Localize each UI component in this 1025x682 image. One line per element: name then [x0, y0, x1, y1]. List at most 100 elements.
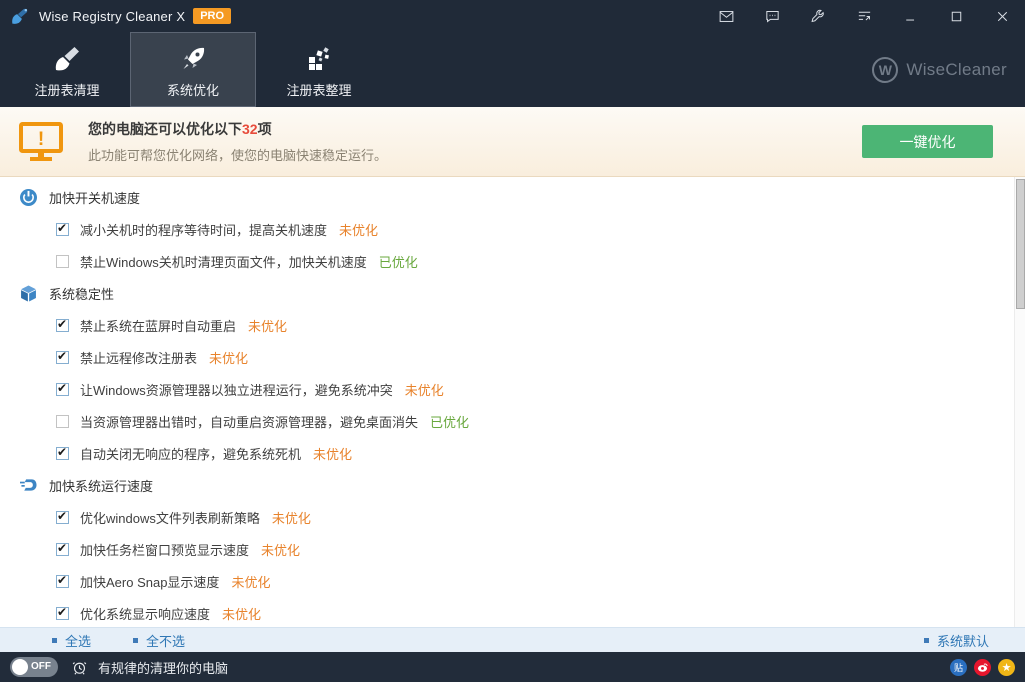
item-label: 禁止Windows关机时清理页面文件，加快关机速度	[80, 252, 367, 271]
brand-logo: W WiseCleaner	[872, 32, 1007, 107]
optimization-item[interactable]: 加快Aero Snap显示速度未优化	[0, 565, 1025, 597]
wisecleaner-mark-icon: W	[872, 57, 898, 83]
item-status: 已优化	[430, 412, 469, 431]
tab-system-tuneup[interactable]: 系统优化	[130, 32, 256, 107]
statusbar: OFF 有规律的清理你的电脑 贴 ★	[0, 652, 1025, 682]
optimization-item[interactable]: 优化系统显示响应速度未优化	[0, 597, 1025, 627]
select-all-link[interactable]: 全选	[52, 631, 91, 650]
tab-label: 系统优化	[167, 80, 219, 99]
app-icon	[10, 7, 29, 26]
mail-icon[interactable]	[703, 0, 749, 32]
item-status: 未优化	[231, 572, 270, 591]
section-title: 系统稳定性	[49, 284, 114, 303]
item-checkbox[interactable]	[56, 447, 69, 460]
banner-text: 您的电脑还可以优化以下32项 此功能可帮您优化网络，使您的电脑快速稳定运行。	[88, 119, 387, 164]
item-checkbox[interactable]	[56, 511, 69, 524]
section-header: 加快开关机速度	[0, 181, 1025, 213]
optimization-section: 系统稳定性禁止系统在蓝屏时自动重启未优化禁止远程修改注册表未优化让Windows…	[0, 277, 1025, 469]
section-title: 加快系统运行速度	[49, 476, 153, 495]
selection-bar: 全选 全不选 系统默认	[0, 627, 1025, 652]
item-status: 未优化	[313, 444, 352, 463]
item-status: 未优化	[339, 220, 378, 239]
defrag-icon	[301, 41, 337, 73]
item-label: 优化系统显示响应速度	[80, 604, 210, 623]
optimization-item[interactable]: 当资源管理器出错时，自动重启资源管理器，避免桌面消失已优化	[0, 405, 1025, 437]
item-checkbox[interactable]	[56, 351, 69, 364]
scrollbar[interactable]	[1014, 177, 1025, 627]
optimization-item[interactable]: 禁止Windows关机时清理页面文件，加快关机速度已优化	[0, 245, 1025, 277]
power-icon	[20, 189, 37, 206]
item-label: 让Windows资源管理器以独立进程运行，避免系统冲突	[80, 380, 393, 399]
item-label: 加快任务栏窗口预览显示速度	[80, 540, 249, 559]
optimization-item[interactable]: 禁止远程修改注册表未优化	[0, 341, 1025, 373]
item-checkbox[interactable]	[56, 543, 69, 556]
social-links: 贴 ★	[950, 659, 1015, 676]
maximize-icon[interactable]	[933, 0, 979, 32]
system-default-link[interactable]: 系统默认	[924, 631, 989, 650]
status-message: 有规律的清理你的电脑	[98, 658, 228, 677]
feedback-icon[interactable]	[749, 0, 795, 32]
tab-registry-clean[interactable]: 注册表清理	[4, 32, 130, 107]
item-label: 优化windows文件列表刷新策略	[80, 508, 260, 527]
tools-icon[interactable]	[795, 0, 841, 32]
brand-name: WiseCleaner	[906, 60, 1007, 80]
rocket-icon	[175, 41, 211, 73]
optimization-item[interactable]: 让Windows资源管理器以独立进程运行，避免系统冲突未优化	[0, 373, 1025, 405]
item-status: 未优化	[248, 316, 287, 335]
window-title: Wise Registry Cleaner X	[39, 9, 185, 24]
section-title: 加快开关机速度	[49, 188, 140, 207]
banner-title: 您的电脑还可以优化以下32项	[88, 119, 387, 139]
optimization-item[interactable]: 自动关闭无响应的程序，避免系统死机未优化	[0, 437, 1025, 469]
titlebar: Wise Registry Cleaner X PRO	[0, 0, 1025, 32]
item-label: 当资源管理器出错时，自动重启资源管理器，避免桌面消失	[80, 412, 418, 431]
section-header: 系统稳定性	[0, 277, 1025, 309]
item-checkbox[interactable]	[56, 607, 69, 620]
item-status: 已优化	[379, 252, 418, 271]
cube-icon	[20, 285, 37, 302]
optimize-banner: ! 您的电脑还可以优化以下32项 此功能可帮您优化网络，使您的电脑快速稳定运行。…	[0, 107, 1025, 177]
item-status: 未优化	[261, 540, 300, 559]
optimization-item[interactable]: 禁止系统在蓝屏时自动重启未优化	[0, 309, 1025, 341]
item-status: 未优化	[209, 348, 248, 367]
toggle-label: OFF	[31, 661, 51, 672]
one-click-optimize-button[interactable]: 一键优化	[862, 125, 993, 158]
banner-subtitle: 此功能可帮您优化网络，使您的电脑快速稳定运行。	[88, 145, 387, 164]
section-header: 加快系统运行速度	[0, 469, 1025, 501]
optimization-item[interactable]: 优化windows文件列表刷新策略未优化	[0, 501, 1025, 533]
item-checkbox[interactable]	[56, 575, 69, 588]
tieba-icon[interactable]: 贴	[950, 659, 967, 676]
bullet-icon	[133, 638, 138, 643]
speed-icon	[20, 477, 37, 494]
optimization-section: 加快开关机速度减小关机时的程序等待时间，提高关机速度未优化禁止Windows关机…	[0, 181, 1025, 277]
toggle-knob	[12, 659, 28, 675]
alarm-clock-icon	[71, 659, 88, 676]
item-label: 禁止远程修改注册表	[80, 348, 197, 367]
item-label: 自动关闭无响应的程序，避免系统死机	[80, 444, 301, 463]
item-checkbox[interactable]	[56, 383, 69, 396]
item-checkbox[interactable]	[56, 223, 69, 236]
optimization-item[interactable]: 减小关机时的程序等待时间，提高关机速度未优化	[0, 213, 1025, 245]
svg-text:!: !	[38, 129, 44, 150]
optimization-item[interactable]: 加快任务栏窗口预览显示速度未优化	[0, 533, 1025, 565]
qzone-icon[interactable]: ★	[998, 659, 1015, 676]
tab-registry-defrag[interactable]: 注册表整理	[256, 32, 382, 107]
close-icon[interactable]	[979, 0, 1025, 32]
item-checkbox[interactable]	[56, 319, 69, 332]
item-checkbox[interactable]	[56, 255, 69, 268]
item-status: 未优化	[405, 380, 444, 399]
bullet-icon	[924, 638, 929, 643]
tabstrip: 注册表清理 系统优化 注册表整理 W	[0, 32, 1025, 107]
item-checkbox[interactable]	[56, 415, 69, 428]
weibo-icon[interactable]	[974, 659, 991, 676]
schedule-toggle[interactable]: OFF	[10, 657, 58, 677]
item-status: 未优化	[272, 508, 311, 527]
item-status: 未优化	[222, 604, 261, 623]
minimize-icon[interactable]	[887, 0, 933, 32]
scrollbar-thumb[interactable]	[1016, 179, 1025, 309]
item-label: 禁止系统在蓝屏时自动重启	[80, 316, 236, 335]
tab-label: 注册表清理	[34, 80, 99, 99]
pro-badge: PRO	[193, 8, 231, 24]
select-none-link[interactable]: 全不选	[133, 631, 185, 650]
titlebar-actions	[703, 0, 1025, 32]
menu-icon[interactable]	[841, 0, 887, 32]
